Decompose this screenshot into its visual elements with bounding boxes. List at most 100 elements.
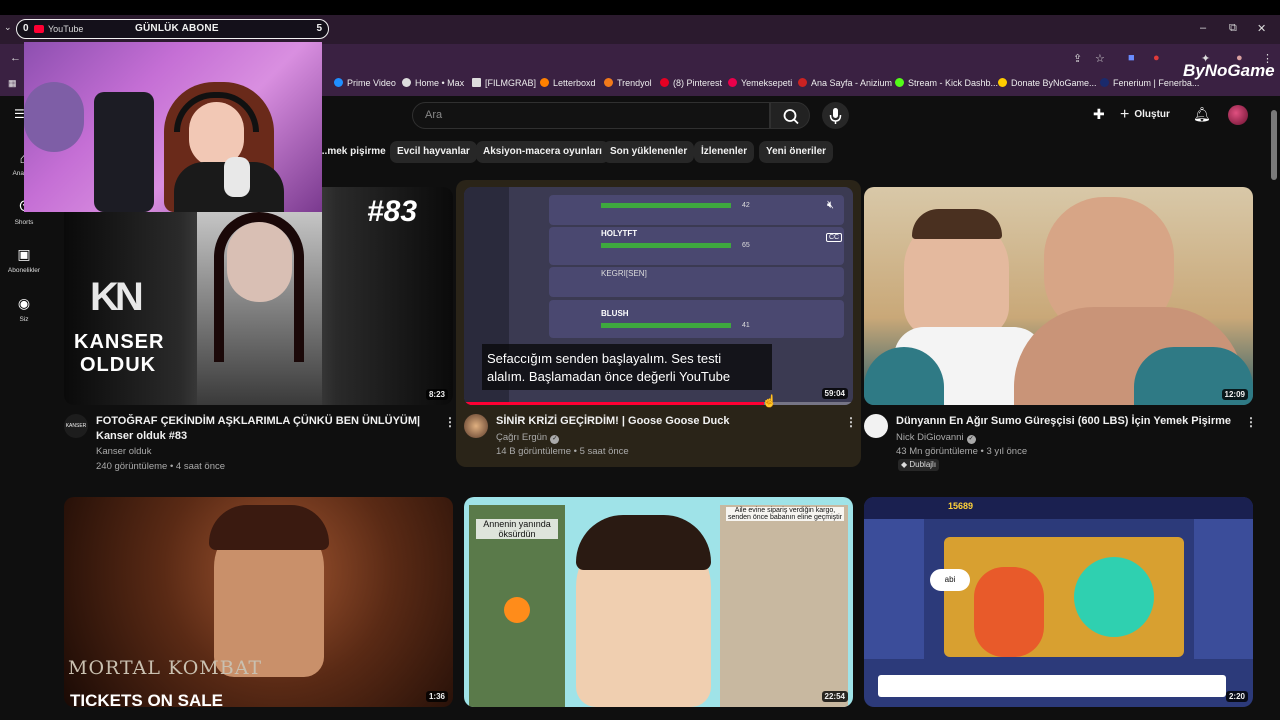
bookmark-item[interactable]: [FILMGRAB] (472, 78, 536, 88)
sidebar-item-you[interactable]: ◉ Siz (0, 295, 48, 323)
bookmark-item[interactable]: Donate ByNoGame... (998, 78, 1097, 88)
bookmark-item[interactable]: Ana Sayfa - Anizium (798, 78, 892, 88)
chip-filter[interactable]: ...mek pişirme (312, 141, 393, 163)
top-bezel (0, 0, 1280, 15)
search-input[interactable]: Ara (412, 102, 770, 129)
extension-translate-icon[interactable]: ■ (1128, 52, 1135, 64)
you-icon: ◉ (17, 295, 31, 311)
page-scrollbar[interactable] (1271, 110, 1277, 180)
search-icon (783, 109, 799, 125)
voice-search-button[interactable] (822, 102, 849, 129)
channel-avatar[interactable] (864, 414, 888, 438)
video-thumbnail[interactable]: 15689 abi 2:20 (864, 497, 1253, 707)
streamer-webcam-overlay (24, 42, 322, 212)
player-name: KEGRI[SEN] (601, 269, 647, 278)
browser-tab-bar: ⌄ 0 YouTube GÜNLÜK ABONE 5 – ⧉ ✕ (0, 0, 1280, 44)
video-thumbnail[interactable]: MORTAL KOMBAT TICKETS ON SALE 1:36 (64, 497, 453, 707)
closed-captions-button[interactable]: CC (826, 233, 843, 242)
mouse-cursor-icon: ☝ (762, 394, 777, 408)
youtube-logo-icon (34, 25, 44, 33)
chip-filter[interactable]: Son yüklenenler (603, 141, 695, 163)
video-title[interactable]: FOTOĞRAF ÇEKİNDİM AŞKLARIMLA ÇÜNKÜ BEN Ü… (96, 414, 431, 444)
counter-left-value: 0 (23, 23, 29, 34)
video-thumbnail[interactable]: Annenin yanında öksürdün Aile evine sipa… (464, 497, 853, 707)
thumbnail-text: MORTAL KOMBAT (68, 657, 263, 679)
player-score: 65 (742, 242, 750, 249)
channel-name[interactable]: Kanser olduk (96, 444, 151, 459)
bookmark-item[interactable]: (8) Pinterest (660, 78, 722, 88)
minimize-icon[interactable]: – (1200, 22, 1206, 34)
counter-title: GÜNLÜK ABONE (135, 23, 219, 34)
apps-grid-icon[interactable]: ▦ (8, 78, 17, 89)
chip-filter[interactable]: Aksiyon-macera oyunları (476, 141, 609, 163)
bookmark-item[interactable]: Stream - Kick Dashb... (895, 78, 998, 88)
tab-site-label: YouTube (48, 24, 84, 34)
tv-cast-icon[interactable]: ✚ (1093, 106, 1105, 123)
duration-badge: 12:09 (1221, 389, 1248, 400)
account-avatar[interactable] (1228, 105, 1248, 125)
video-meta: 240 görüntüleme • 4 saat önce (96, 461, 226, 472)
thumbnail-episode-badge: #83 (367, 195, 418, 228)
duration-badge: 22:54 (821, 691, 848, 702)
duration-badge: 1:36 (425, 691, 448, 702)
verified-icon: ✓ (966, 435, 976, 444)
channel-name[interactable]: Çağrı Ergün ✓ (496, 430, 560, 445)
more-options-icon[interactable]: ⋮ (1245, 415, 1257, 429)
bynogame-logo: ByNoGame (1183, 61, 1275, 80)
create-button[interactable]: + Oluştur (1120, 104, 1170, 126)
bookmark-item[interactable]: Yemeksepeti (728, 78, 792, 88)
player-name: BLUSH (601, 309, 629, 318)
player-score: 42 (742, 202, 750, 209)
chip-filter[interactable]: Yeni öneriler (759, 141, 834, 163)
video-meta: 43 Mn görüntüleme • 3 yıl önce (896, 446, 1028, 457)
subscriber-counter-overlay: 0 YouTube GÜNLÜK ABONE 5 (16, 19, 329, 39)
thumbnail-text: TICKETS ON SALE (70, 691, 224, 707)
tab-list-icon[interactable]: ⌄ (4, 22, 12, 33)
more-options-icon[interactable]: ⋮ (444, 415, 456, 429)
preview-progress-bar[interactable] (464, 402, 764, 405)
mute-icon[interactable]: 🔇︎ (827, 199, 834, 212)
sidebar-item-subscriptions[interactable]: ▣ Abonelikler (0, 246, 48, 274)
duration-badge: 8:23 (425, 389, 448, 400)
bookmark-item[interactable]: Trendyol (604, 78, 652, 88)
notifications-bell-icon[interactable]: 🔔︎ (1193, 106, 1211, 123)
close-icon[interactable]: ✕ (1257, 22, 1266, 35)
bookmark-item[interactable]: Letterboxd (540, 78, 596, 88)
channel-name[interactable]: Nick DiGiovanni ✓ (896, 430, 976, 445)
back-arrow-icon[interactable]: ← (10, 52, 21, 64)
caption-line: Sefaccığım senden başlayalım. Ses testi (487, 351, 722, 366)
more-options-icon[interactable]: ⋮ (845, 415, 857, 429)
verified-icon: ✓ (550, 435, 560, 444)
video-thumbnail[interactable]: KN KANSER OLDUK #83 8:23 (64, 187, 453, 405)
duration-badge: 2:20 (1225, 691, 1248, 702)
player-score: 41 (742, 322, 750, 329)
video-meta: 14 B görüntüleme • 5 saat önce (496, 446, 629, 457)
trophy-count: 15689 (948, 501, 974, 511)
chip-filter[interactable]: İzlenenler (694, 141, 755, 163)
speech-bubble: abi (930, 569, 970, 591)
subscriptions-icon: ▣ (17, 246, 31, 262)
bookmark-item[interactable]: Prime Video (334, 78, 396, 88)
channel-avatar[interactable]: KANSER (64, 414, 88, 438)
bookmark-item[interactable]: Home • Max (402, 78, 464, 88)
star-bookmark-icon[interactable]: ☆ (1095, 52, 1105, 65)
extension-red-icon[interactable]: ● (1153, 52, 1160, 64)
dubbed-badge: ◆ Dublajlı (898, 459, 940, 471)
maximize-icon[interactable]: ⧉ (1229, 22, 1237, 35)
thumbnail-text: Aile evine sipariş verdiğin kargo, sende… (726, 507, 844, 521)
chip-filter[interactable]: Evcil hayvanlar (390, 141, 477, 163)
thumbnail-text: KANSER (74, 331, 165, 353)
install-app-icon[interactable]: ⇪ (1073, 52, 1082, 65)
video-title[interactable]: SİNİR KRİZİ GEÇİRDİM! | Goose Goose Duck (496, 414, 841, 429)
thumbnail-text: Annenin yanında öksürdün (476, 519, 558, 539)
caption-line: alalım. Başlamadan önce değerli YouTube (487, 369, 731, 384)
duration-badge: 59:04 (821, 388, 848, 399)
video-title[interactable]: Dünyanın En Ağır Sumo Güreşçisi (600 LBS… (896, 414, 1241, 429)
video-thumbnail[interactable]: 12:09 (864, 187, 1253, 405)
channel-avatar[interactable] (464, 414, 488, 438)
channel-logo-kn: KN (90, 275, 144, 319)
search-button[interactable] (770, 102, 810, 129)
thumbnail-text: OLDUK (80, 354, 157, 376)
video-preview-player[interactable]: HOLYTFT 65 KEGRI[SEN] BLUSH 41 42 Sefacc… (464, 187, 853, 405)
counter-right-value: 5 (316, 23, 322, 34)
